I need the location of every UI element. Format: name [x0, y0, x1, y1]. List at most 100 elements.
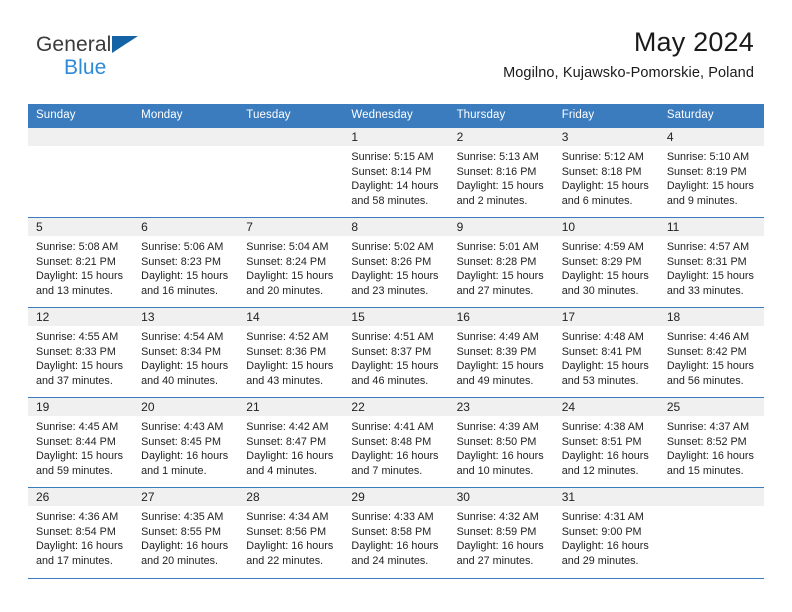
sunrise-time: Sunrise: 4:32 AM: [456, 511, 539, 523]
sunset-time: Sunset: 8:24 PM: [246, 255, 327, 268]
daylight-duration-line2: and 56 minutes.: [666, 374, 744, 387]
daylight-duration-line1: Daylight: 15 hours: [246, 360, 334, 373]
calendar-week-row: 12 Sunrise: 4:55 AM Sunset: 8:33 PM Dayligh…: [28, 307, 764, 398]
sunrise-time: Sunrise: 4:59 AM: [561, 241, 644, 253]
page-header: General Blue May 2024 Mogilno, Kujawsko-…: [0, 0, 792, 82]
calendar-day-cell[interactable]: 13 Sunrise: 4:54 AM Sunset: 8:34 PM Dayligh…: [133, 307, 239, 398]
calendar-day-cell[interactable]: 20 Sunrise: 4:43 AM Sunset: 8:45 PM Dayligh…: [133, 397, 239, 488]
daylight-duration-line1: Daylight: 15 hours: [561, 270, 649, 283]
day-details: Sunrise: 4:52 AM Sunset: 8:36 PM Daylight:…: [238, 326, 343, 388]
day-number: 18: [658, 308, 764, 326]
logo-word-blue: Blue: [64, 56, 107, 79]
calendar-day-cell[interactable]: 19 Sunrise: 4:45 AM Sunset: 8:44 PM Dayligh…: [28, 397, 134, 488]
daylight-duration-line2: and 10 minutes.: [456, 464, 534, 477]
sunrise-time: Sunrise: 4:49 AM: [456, 331, 539, 343]
daylight-duration-line2: and 22 minutes.: [246, 554, 324, 567]
sunrise-time: Sunrise: 4:51 AM: [351, 331, 434, 343]
calendar-day-cell[interactable]: 23 Sunrise: 4:39 AM Sunset: 8:50 PM Dayligh…: [448, 397, 554, 488]
calendar-day-cell[interactable]: 31 Sunrise: 4:31 AM Sunset: 9:00 PM Dayligh…: [553, 487, 659, 578]
sunset-time: Sunset: 8:59 PM: [456, 525, 537, 538]
calendar-day-cell[interactable]: 29 Sunrise: 4:33 AM Sunset: 8:58 PM Dayligh…: [343, 487, 449, 578]
calendar-day-cell[interactable]: 3 Sunrise: 5:12 AM Sunset: 8:18 PM Daylight…: [553, 127, 659, 218]
day-details: Sunrise: 5:06 AM Sunset: 8:23 PM Daylight:…: [133, 236, 238, 298]
daylight-duration-line2: and 27 minutes.: [456, 284, 534, 297]
weekday-header-saturday: Saturday: [658, 104, 764, 128]
calendar-day-cell[interactable]: 17 Sunrise: 4:48 AM Sunset: 8:41 PM Dayligh…: [553, 307, 659, 398]
day-details: Sunrise: 5:10 AM Sunset: 8:19 PM Daylight:…: [659, 146, 764, 208]
daylight-duration-line1: Daylight: 15 hours: [456, 180, 544, 193]
calendar-day-cell[interactable]: 16 Sunrise: 4:49 AM Sunset: 8:39 PM Dayligh…: [448, 307, 554, 398]
calendar-day-cell[interactable]: 22 Sunrise: 4:41 AM Sunset: 8:48 PM Dayligh…: [343, 397, 449, 488]
calendar-day-cell[interactable]: 10 Sunrise: 4:59 AM Sunset: 8:29 PM Dayligh…: [553, 217, 659, 308]
day-details: Sunrise: 5:01 AM Sunset: 8:28 PM Daylight:…: [449, 236, 554, 298]
daylight-duration-line1: Daylight: 16 hours: [456, 450, 544, 463]
calendar-day-cell[interactable]: 24 Sunrise: 4:38 AM Sunset: 8:51 PM Dayligh…: [553, 397, 659, 488]
day-number: 25: [658, 398, 764, 416]
daylight-duration-line2: and 7 minutes.: [351, 464, 423, 477]
calendar-day-cell[interactable]: 15 Sunrise: 4:51 AM Sunset: 8:37 PM Dayligh…: [343, 307, 449, 398]
daylight-duration-line1: Daylight: 15 hours: [561, 180, 649, 193]
calendar-day-cell[interactable]: 18 Sunrise: 4:46 AM Sunset: 8:42 PM Dayligh…: [658, 307, 764, 398]
calendar-day-cell[interactable]: 2 Sunrise: 5:13 AM Sunset: 8:16 PM Daylight…: [448, 127, 554, 218]
sunset-time: Sunset: 8:28 PM: [456, 255, 537, 268]
daylight-duration-line2: and 46 minutes.: [351, 374, 429, 387]
calendar-day-cell[interactable]: 8 Sunrise: 5:02 AM Sunset: 8:26 PM Daylight…: [343, 217, 449, 308]
daylight-duration-line1: Daylight: 15 hours: [666, 360, 754, 373]
day-number: 23: [448, 398, 554, 416]
day-details: Sunrise: 5:15 AM Sunset: 8:14 PM Daylight:…: [343, 146, 448, 208]
daylight-duration-line2: and 13 minutes.: [36, 284, 113, 297]
daylight-duration-line1: Daylight: 15 hours: [36, 270, 124, 283]
sunrise-time: Sunrise: 4:52 AM: [246, 331, 329, 343]
sunset-time: Sunset: 8:54 PM: [36, 525, 116, 538]
calendar-day-cell[interactable]: 5 Sunrise: 5:08 AM Sunset: 8:21 PM Daylight…: [28, 217, 134, 308]
calendar-day-cell[interactable]: 4 Sunrise: 5:10 AM Sunset: 8:19 PM Daylight…: [658, 127, 764, 218]
day-number: 31: [553, 488, 659, 506]
calendar-day-cell[interactable]: 1 Sunrise: 5:15 AM Sunset: 8:14 PM Daylight…: [343, 127, 449, 218]
sunrise-time: Sunrise: 4:45 AM: [36, 421, 119, 433]
sunset-time: Sunset: 8:44 PM: [36, 435, 116, 448]
daylight-duration-line2: and 30 minutes.: [561, 284, 639, 297]
day-details: Sunrise: 4:33 AM Sunset: 8:58 PM Daylight:…: [343, 506, 448, 568]
sunrise-time: Sunrise: 4:42 AM: [246, 421, 329, 433]
day-number: 15: [343, 308, 449, 326]
calendar-day-cell[interactable]: 6 Sunrise: 5:06 AM Sunset: 8:23 PM Daylight…: [133, 217, 239, 308]
calendar-day-cell[interactable]: 7 Sunrise: 5:04 AM Sunset: 8:24 PM Daylight…: [238, 217, 344, 308]
calendar-day-cell[interactable]: 25 Sunrise: 4:37 AM Sunset: 8:52 PM Dayligh…: [658, 397, 764, 488]
sunset-time: Sunset: 8:51 PM: [561, 435, 642, 448]
location-subtitle: Mogilno, Kujawsko-Pomorskie, Poland: [503, 65, 754, 82]
calendar-day-cell[interactable]: 26 Sunrise: 4:36 AM Sunset: 8:54 PM Dayligh…: [28, 487, 134, 578]
calendar-day-cell[interactable]: 27 Sunrise: 4:35 AM Sunset: 8:55 PM Dayligh…: [133, 487, 239, 578]
sunrise-time: Sunrise: 4:54 AM: [141, 331, 224, 343]
day-details: Sunrise: 5:04 AM Sunset: 8:24 PM Daylight:…: [238, 236, 343, 298]
sunset-time: Sunset: 8:47 PM: [246, 435, 327, 448]
daylight-duration-line2: and 43 minutes.: [246, 374, 324, 387]
day-details: Sunrise: 4:42 AM Sunset: 8:47 PM Daylight:…: [238, 416, 343, 478]
sunset-time: Sunset: 8:58 PM: [351, 525, 432, 538]
calendar-week-row: 26 Sunrise: 4:36 AM Sunset: 8:54 PM Dayligh…: [28, 487, 764, 578]
sunset-time: Sunset: 8:56 PM: [246, 525, 327, 538]
calendar-day-cell[interactable]: 28 Sunrise: 4:34 AM Sunset: 8:56 PM Dayligh…: [238, 487, 344, 578]
day-number: 21: [238, 398, 344, 416]
calendar-page: General Blue May 2024 Mogilno, Kujawsko-…: [0, 0, 792, 612]
daylight-duration-line2: and 20 minutes.: [141, 554, 218, 567]
day-number: 1: [343, 128, 449, 146]
calendar-day-cell[interactable]: 9 Sunrise: 5:01 AM Sunset: 8:28 PM Daylight…: [448, 217, 554, 308]
general-blue-logo[interactable]: General Blue: [36, 34, 138, 79]
calendar-day-cell[interactable]: 14 Sunrise: 4:52 AM Sunset: 8:36 PM Dayligh…: [238, 307, 344, 398]
daylight-duration-line1: Daylight: 16 hours: [666, 450, 754, 463]
calendar-day-cell[interactable]: 30 Sunrise: 4:32 AM Sunset: 8:59 PM Dayligh…: [448, 487, 554, 578]
daylight-duration-line2: and 9 minutes.: [666, 194, 738, 207]
sunset-time: Sunset: 8:33 PM: [36, 345, 116, 358]
sunrise-time: Sunrise: 4:43 AM: [141, 421, 224, 433]
daylight-duration-line1: Daylight: 15 hours: [456, 360, 544, 373]
calendar-day-cell[interactable]: 11 Sunrise: 4:57 AM Sunset: 8:31 PM Dayligh…: [658, 217, 764, 308]
daylight-duration-line1: Daylight: 16 hours: [36, 540, 124, 553]
weekday-header-monday: Monday: [133, 104, 239, 128]
daylight-duration-line1: Daylight: 15 hours: [246, 270, 334, 283]
calendar-body: 1 Sunrise: 5:15 AM Sunset: 8:14 PM Daylight…: [28, 127, 764, 578]
calendar-day-cell[interactable]: 21 Sunrise: 4:42 AM Sunset: 8:47 PM Dayligh…: [238, 397, 344, 488]
calendar-day-cell[interactable]: 12 Sunrise: 4:55 AM Sunset: 8:33 PM Dayligh…: [28, 307, 134, 398]
daylight-duration-line1: Daylight: 15 hours: [36, 360, 124, 373]
daylight-duration-line1: Daylight: 16 hours: [246, 450, 334, 463]
calendar-grid: Sunday Monday Tuesday Wednesday Thursday…: [28, 104, 764, 580]
